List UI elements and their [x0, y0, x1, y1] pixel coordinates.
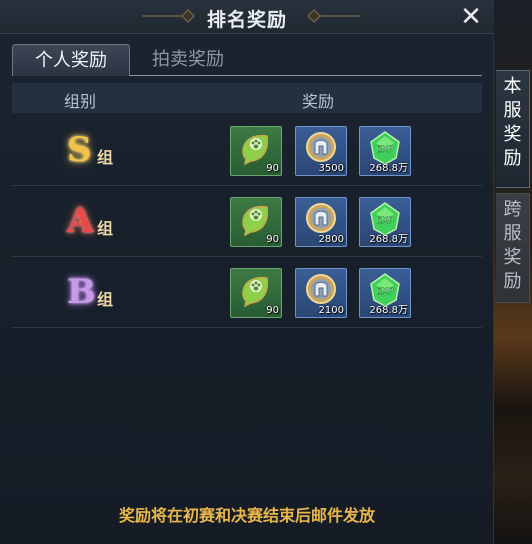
- item-quantity: 90: [266, 163, 279, 174]
- reward-row-a: A 组 90 2800 EXP 268.8万: [12, 187, 482, 257]
- title-ornament-right-icon: [306, 8, 360, 24]
- item-quantity: 90: [266, 234, 279, 245]
- side-tab-cross-server-reward[interactable]: 跨 服 奖 励: [496, 193, 530, 303]
- header-group: 组别: [64, 92, 97, 111]
- close-icon[interactable]: ✕: [458, 4, 484, 30]
- reward-item-helmet-coin[interactable]: 2100: [295, 268, 347, 318]
- exp-label: EXP: [376, 145, 394, 155]
- grade-letter: B: [67, 272, 96, 312]
- side-tab-char: 奖: [503, 124, 522, 145]
- reward-row-s: S 组 90 3500 EXP 268.8万: [12, 116, 482, 186]
- exp-label: EXP: [376, 287, 394, 297]
- reward-item-helmet-coin[interactable]: 2800: [295, 197, 347, 247]
- reward-item-paw-leaf[interactable]: 90: [230, 197, 282, 247]
- grade-suffix: 组: [97, 290, 114, 309]
- grade-label: A 组: [67, 199, 127, 245]
- list-header: 组别 奖励: [12, 83, 482, 113]
- side-tab-char: 励: [503, 148, 522, 169]
- side-tab-char: 跨: [503, 199, 522, 220]
- item-quantity: 3500: [318, 163, 344, 174]
- item-quantity: 268.8万: [369, 163, 408, 174]
- reward-item-paw-leaf[interactable]: 90: [230, 268, 282, 318]
- item-quantity: 90: [266, 305, 279, 316]
- ranking-reward-panel: 排名奖励 ✕ 个人奖励 拍卖奖励 组别 奖励 S 组 90 3500 EXP 2…: [0, 0, 494, 544]
- side-tab-char: 奖: [503, 247, 522, 268]
- tab-bar: 个人奖励 拍卖奖励: [12, 44, 482, 76]
- grade-letter: S: [67, 130, 92, 170]
- reward-item-exp-gem[interactable]: EXP 268.8万: [359, 197, 411, 247]
- item-quantity: 268.8万: [369, 234, 408, 245]
- exp-label: EXP: [376, 216, 394, 226]
- item-quantity: 2800: [318, 234, 344, 245]
- side-tab-local-server-reward[interactable]: 本 服 奖 励: [496, 70, 530, 188]
- grade-suffix: 组: [97, 219, 114, 238]
- footer-note: 奖励将在初赛和决赛结束后邮件发放: [118, 506, 375, 525]
- page-title: 排名奖励: [206, 9, 287, 31]
- tab-auction-reward[interactable]: 拍卖奖励: [152, 44, 224, 76]
- reward-item-paw-leaf[interactable]: 90: [230, 126, 282, 176]
- reward-item-exp-gem[interactable]: EXP 268.8万: [359, 268, 411, 318]
- side-tab-char: 服: [503, 100, 522, 121]
- reward-item-helmet-coin[interactable]: 3500: [295, 126, 347, 176]
- side-tab-char: 服: [503, 223, 522, 244]
- grade-suffix: 组: [97, 148, 114, 167]
- reward-item-exp-gem[interactable]: EXP 268.8万: [359, 126, 411, 176]
- reward-row-b: B 组 90 2100 EXP 268.8万: [12, 258, 482, 328]
- title-bar: 排名奖励 ✕: [0, 0, 494, 34]
- grade-label: B 组: [67, 270, 127, 316]
- tab-personal-reward[interactable]: 个人奖励: [12, 44, 130, 76]
- grade-label: S 组: [67, 128, 127, 174]
- item-quantity: 268.8万: [369, 305, 408, 316]
- item-quantity: 2100: [318, 305, 344, 316]
- grade-letter: A: [67, 201, 94, 241]
- side-tab-char: 本: [503, 76, 522, 97]
- header-reward: 奖励: [302, 92, 335, 111]
- side-tab-char: 励: [503, 271, 522, 292]
